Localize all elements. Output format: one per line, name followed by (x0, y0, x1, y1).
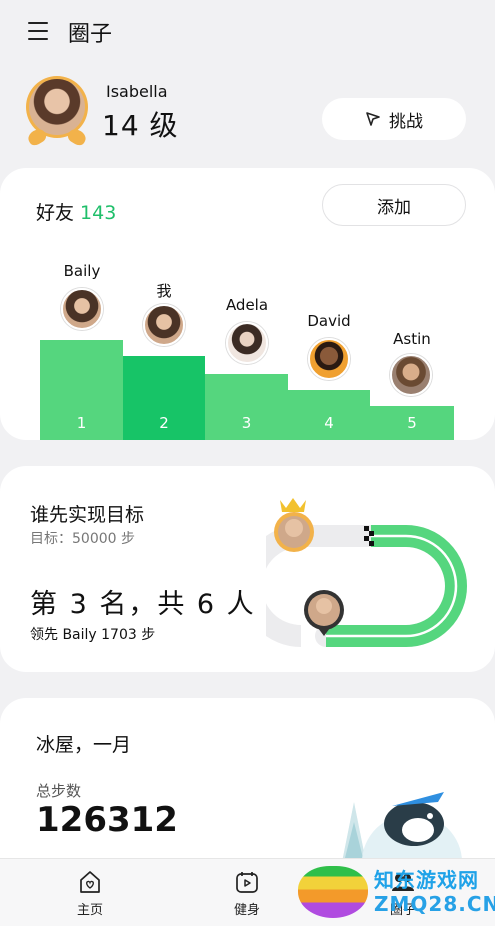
rank-number-1: 1 (76, 414, 87, 432)
avatar[interactable] (25, 76, 89, 148)
site-watermark: 知东游戏网 ZMQ28.CN (294, 860, 495, 922)
rank-number-4: 4 (324, 414, 334, 432)
race-title: 谁先实现目标 (30, 504, 145, 526)
nav-home-label: 主页 (76, 903, 103, 918)
rank-number-3: 3 (241, 414, 252, 432)
friend-avatar-me[interactable] (143, 304, 185, 346)
profile-section: Isabella 14 级 挑战 (0, 70, 495, 160)
flag-icon (366, 112, 380, 126)
rank-name-4: David (307, 312, 351, 330)
igloo-illustration-icon (342, 792, 462, 862)
friends-card: 好友 143 添加 Baily 1 我 2 Adela 3 David 4 Ast… (0, 168, 495, 440)
page-title: 圈子 (68, 22, 113, 47)
top-bar: 圈子 (0, 0, 495, 62)
race-goal: 目标：50000 步 (30, 531, 135, 547)
user-name: Isabella (106, 82, 168, 101)
nav-fitness-label: 健身 (233, 903, 260, 918)
home-icon (80, 871, 100, 893)
race-card[interactable]: 谁先实现目标 目标：50000 步 第 3 名，共 6 人 领先 Baily 1… (0, 466, 495, 672)
nav-fitness[interactable]: 健身 (217, 869, 277, 918)
total-steps-value: 126312 (36, 800, 178, 840)
watermark-text-line1: 知东游戏网 (374, 868, 479, 892)
rank-bar-3: 3 (205, 374, 288, 440)
friend-avatar-david[interactable] (308, 338, 350, 380)
leader-marker-icon (274, 498, 314, 552)
friend-avatar-adela[interactable] (226, 322, 268, 364)
rank-bar-5: 5 (370, 406, 454, 440)
challenge-button[interactable]: 挑战 (322, 98, 466, 140)
challenge-label: 挑战 (389, 111, 423, 132)
nav-home[interactable]: 主页 (60, 869, 120, 918)
user-level: 14 级 (102, 109, 179, 142)
friends-ranking: Baily 1 我 2 Adela 3 David 4 Astin 5 (40, 168, 454, 440)
rank-number-2: 2 (159, 414, 169, 432)
friend-avatar-baily[interactable] (61, 288, 103, 330)
fitness-icon (236, 872, 258, 893)
total-steps-label: 总步数 (36, 782, 82, 800)
rank-number-5: 5 (407, 414, 417, 432)
rank-bar-4: 4 (288, 390, 370, 440)
menu-icon[interactable] (28, 22, 48, 40)
race-track (266, 498, 467, 647)
rank-bar-2: 2 (123, 356, 205, 440)
friend-avatar-astin[interactable] (390, 354, 432, 396)
watermark-text-line2: ZMQ28.CN (374, 892, 495, 916)
watermark-apple-logo-icon (298, 866, 368, 918)
race-rank: 第 3 名，共 6 人 (30, 589, 256, 620)
avatar-face (29, 79, 85, 135)
rank-bar-1: 1 (40, 340, 123, 440)
rank-name-1: Baily (63, 262, 101, 280)
race-lead: 领先 Baily 1703 步 (30, 627, 156, 643)
rank-name-5: Astin (393, 330, 431, 348)
igloo-title: 冰屋，一月 (36, 734, 132, 756)
